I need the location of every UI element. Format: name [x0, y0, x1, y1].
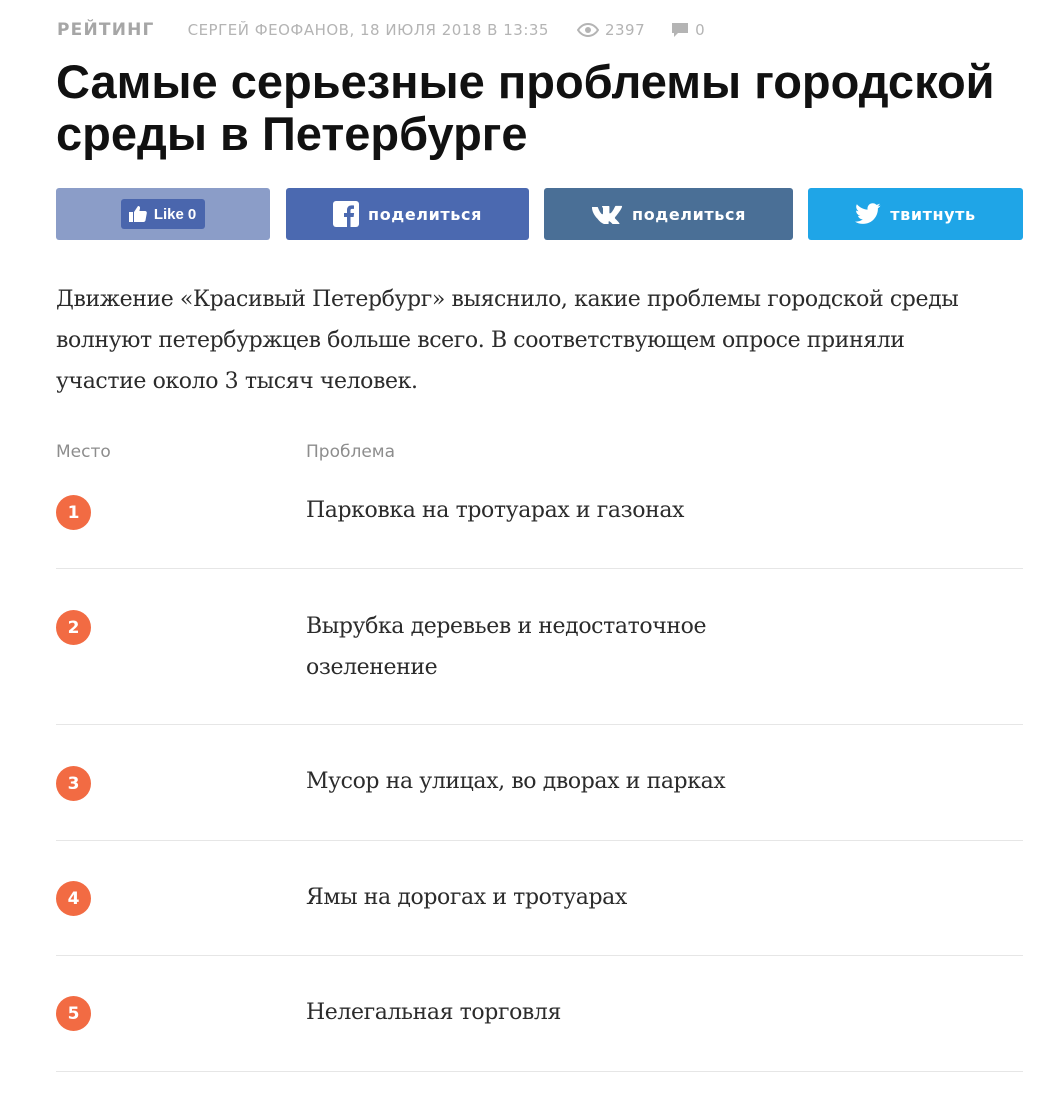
- page-title: Самые серьезные проблемы городской среды…: [56, 55, 995, 160]
- column-header-problem: Проблема: [306, 442, 396, 462]
- thumbs-up-icon: [128, 206, 147, 222]
- author-date[interactable]: СЕРГЕЙ ФЕОФАНОВ, 18 ИЮЛЯ 2018 В 13:35: [188, 21, 549, 39]
- problem-text: Вырубка деревьев и недостаточное озелене…: [306, 614, 707, 680]
- views-count: 2397: [604, 21, 646, 39]
- twitter-bird-icon: [855, 203, 881, 224]
- column-header-place: Место: [56, 442, 111, 462]
- speech-bubble-icon: [672, 23, 689, 37]
- problem-text: Ямы на дорогах и тротуарах: [306, 885, 627, 910]
- like-label: Like: [153, 205, 184, 223]
- comments-count: 0: [695, 21, 706, 39]
- facebook-icon: [333, 201, 360, 227]
- rank-badge: 2: [56, 610, 91, 645]
- table-row: 1 Парковка на тротуарах и газонах: [56, 490, 1023, 569]
- facebook-share-button[interactable]: поделиться: [286, 188, 529, 240]
- table-row: 5 Нелегальная торговля: [56, 956, 1023, 1072]
- twitter-share-button[interactable]: твитнуть: [808, 188, 1023, 240]
- like-count: 0: [187, 205, 197, 223]
- problem-text: Мусор на улицах, во дворах и парках: [306, 769, 726, 794]
- rank-badge: 3: [56, 766, 91, 801]
- problem-text: Нелегальная торговля: [306, 1000, 561, 1025]
- problem-text: Парковка на тротуарах и газонах: [306, 498, 685, 523]
- comments-counter[interactable]: 0: [671, 21, 705, 39]
- share-bar: Like 0 поделиться поделиться твитнуть: [56, 188, 1023, 240]
- twitter-share-label: твитнуть: [890, 204, 976, 224]
- eye-icon: [576, 23, 599, 37]
- vk-icon: [592, 205, 623, 224]
- article-meta: РЕЙТИНГ СЕРГЕЙ ФЕОФАНОВ, 18 ИЮЛЯ 2018 В …: [57, 20, 705, 40]
- vk-share-button[interactable]: поделиться: [544, 188, 793, 240]
- table-row: 4 Ямы на дорогах и тротуарах: [56, 841, 1023, 956]
- views-counter: 2397: [576, 21, 646, 39]
- rating-table-header: Место Проблема: [56, 442, 1023, 468]
- lead-paragraph: Движение «Красивый Петербург» выяснило, …: [56, 287, 959, 394]
- table-row: 2 Вырубка деревьев и недостаточное озеле…: [56, 569, 1023, 725]
- category-link[interactable]: РЕЙТИНГ: [57, 20, 155, 40]
- rank-badge: 4: [56, 881, 91, 916]
- table-row: 3 Мусор на улицах, во дворах и парках: [56, 725, 1023, 841]
- vk-share-label: поделиться: [632, 204, 746, 224]
- rank-badge: 1: [56, 495, 91, 530]
- rank-badge: 5: [56, 996, 91, 1031]
- facebook-like-button[interactable]: Like 0: [120, 199, 206, 229]
- like-button-container: Like 0: [56, 188, 270, 240]
- facebook-share-label: поделиться: [368, 204, 482, 224]
